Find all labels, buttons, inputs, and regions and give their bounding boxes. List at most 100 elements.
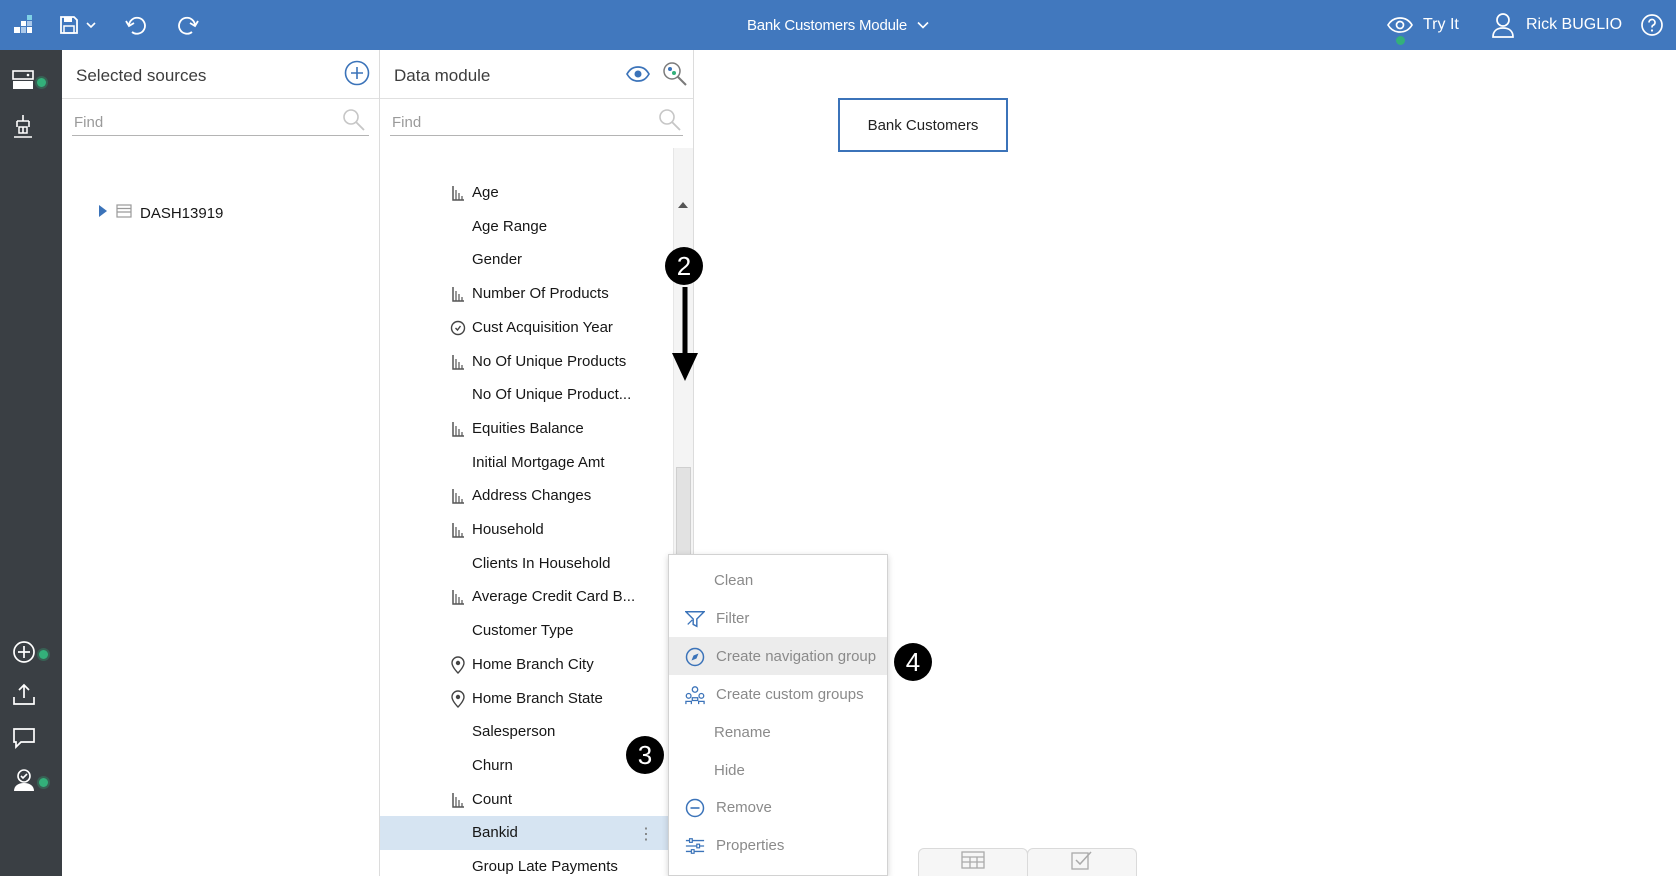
my-content-button[interactable] [12,764,52,800]
relationships-button[interactable] [12,110,52,146]
table-icon [116,204,132,222]
menu-item-remove[interactable]: Remove [669,788,887,826]
menu-item-clean[interactable]: Clean [669,561,887,599]
grid-view-tab[interactable] [918,848,1028,876]
field-item-label: Address Changes [472,487,592,505]
measure-icon [450,488,466,505]
add-circle-icon [12,640,36,669]
field-item-bankid[interactable]: Bankid ⋮ [380,816,668,851]
table-card[interactable]: Bank Customers [838,98,1008,152]
relationship-search-icon[interactable] [662,61,688,92]
measure-icon [450,522,466,538]
field-item-label: Number Of Products [472,285,609,303]
field-item-age-range[interactable]: Age Range [380,210,672,244]
try-it-button[interactable]: Try It [1387,0,1459,50]
field-item-cust-acquisition-year[interactable]: Cust Acquisition Year [380,311,672,345]
menu-item-create-custom-groups[interactable]: Create custom groups [669,675,887,713]
menu-item-rename[interactable]: Rename [669,713,887,751]
redo-icon [174,14,200,36]
redo-button[interactable] [174,0,200,50]
search-icon[interactable] [342,108,366,137]
field-item-label: Average Credit Card B... [472,588,636,606]
field-item-number-of-products[interactable]: Number Of Products [380,277,672,311]
sliders-icon [685,836,705,856]
field-item-no-of-unique-product[interactable]: No Of Unique Product... [380,378,672,412]
field-item-initial-mortgage-amt[interactable]: Initial Mortgage Amt [380,446,672,480]
field-item-label: Salesperson [472,723,556,741]
add-button[interactable] [12,636,52,672]
field-item-equities-balance[interactable]: Equities Balance [380,412,672,446]
upload-button[interactable] [12,678,52,714]
field-item-label: No Of Unique Products [472,352,627,370]
server-icon [12,69,34,95]
field-item-address-changes[interactable]: Address Changes [380,479,672,513]
menu-item-filter[interactable]: Filter [669,599,887,637]
user-menu[interactable]: Rick BUGLIO [1492,0,1622,50]
field-item-customer-type[interactable]: Customer Type [380,614,672,648]
menu-item-label: Rename [714,723,771,741]
help-button[interactable] [1640,0,1664,50]
undo-button[interactable] [124,0,150,50]
field-item-group-late-payments[interactable]: Group Late Payments [380,850,672,876]
save-menu-button[interactable] [58,0,96,50]
sources-panel-header: Selected sources [62,50,379,99]
field-item-count[interactable]: Count [380,783,672,817]
context-menu: Clean Filter Create navigation group Create… [668,554,888,876]
more-options-icon[interactable]: ⋮ [638,824,654,844]
field-item-home-branch-state[interactable]: Home Branch State [380,682,672,716]
save-icon [58,14,80,36]
module-panel-header: Data module [380,50,693,99]
field-item-label: No Of Unique Product... [472,386,632,404]
checkbox-icon [1071,850,1093,875]
user-name: Rick BUGLIO [1526,16,1623,33]
measure-icon [450,792,466,808]
validation-tab[interactable] [1027,848,1137,876]
sources-find-input[interactable] [72,110,369,136]
source-tree-label: DASH13919 [140,204,224,222]
app-switcher-icon[interactable] [12,0,36,50]
field-item-label: Customer Type [472,622,574,640]
measure-icon [450,185,466,201]
eye-icon[interactable] [626,66,650,87]
field-item-average-credit-card-b[interactable]: Average Credit Card B... [380,580,672,614]
field-item-no-of-unique-products[interactable]: No Of Unique Products [380,345,672,379]
search-icon[interactable] [658,108,682,137]
module-title-dropdown[interactable]: Bank Customers Module [747,17,929,34]
menu-item-label: Filter [716,609,750,627]
scroll-up-arrow-icon[interactable] [678,202,688,208]
measure-icon [450,286,466,302]
field-item-household[interactable]: Household [380,513,672,547]
field-item-label: Clients In Household [472,554,611,572]
user-check-icon [12,768,36,797]
field-item-age[interactable]: Age [380,176,672,210]
menu-item-hide[interactable]: Hide [669,751,887,789]
sources-panel-title: Selected sources [76,66,207,85]
field-item-clients-in-household[interactable]: Clients In Household [380,547,672,581]
menu-item-create-navigation-group[interactable]: Create navigation group [669,636,887,675]
menu-item-properties[interactable]: Properties [669,826,887,864]
field-item-label: Cust Acquisition Year [472,318,613,336]
filter-icon [685,609,705,629]
status-dot [37,77,46,87]
field-item-gender[interactable]: Gender [380,243,672,277]
field-item-label: Household [472,521,544,538]
field-item-label: Equities Balance [472,419,584,437]
measure-icon [450,421,466,437]
field-item-label: Bankid [472,824,518,842]
source-tree-node[interactable]: DASH13919 [98,204,223,222]
add-source-icon[interactable] [344,60,370,91]
status-dot [39,649,48,659]
left-rail [0,50,62,876]
upload-icon [12,682,36,711]
field-item-home-branch-city[interactable]: Home Branch City [380,648,672,682]
comments-button[interactable] [12,722,52,758]
data-server-button[interactable] [12,64,52,100]
module-find-input[interactable] [390,110,683,136]
try-it-label: Try It [1423,16,1459,33]
location-icon [450,656,466,674]
field-item-label: Age Range [472,217,548,235]
callout-step-4: 4 [894,643,932,681]
expand-triangle-icon[interactable] [98,204,108,222]
field-item-label: Gender [472,251,523,269]
measure-icon [450,589,466,606]
